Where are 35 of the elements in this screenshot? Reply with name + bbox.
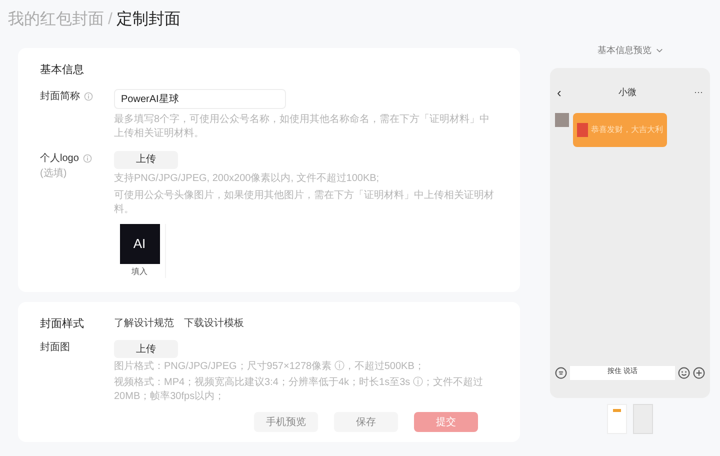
hint-text: 最多填写8个字，可使用公众号名称，如使用其他名称命名，需在下方「证明材料」中上传相关证明材料。 [114,112,491,140]
info-icon [84,92,93,100]
hint-text: 可使用公众号头像图片，如果使用其他图片，需在下方「证明材料」中上传相关证明材料。 [114,188,495,216]
upload-button[interactable]: 上传 [114,150,178,168]
thumbnail-image[interactable] [607,404,627,434]
page-title: 定制封面 [116,10,180,30]
section-title: 基本信息 [40,63,85,78]
back-icon[interactable]: ‹ [557,86,562,99]
design-link[interactable]: 了解设计规范 [114,316,174,332]
chat-title: 小微 [618,86,637,98]
breadcrumb-separator: / [108,10,112,30]
preview-selector[interactable]: 基本信息预览 [598,44,652,58]
voice-icon[interactable] [555,366,567,378]
upload-button[interactable]: 上传 [114,340,178,358]
section-title: 封面样式 [40,316,85,332]
design-link[interactable]: 下载设计模板 [184,316,244,332]
field-label: 封面简称 [40,90,80,104]
more-icon[interactable]: ··· [694,86,703,99]
field-label: 封面图 [40,340,70,355]
thumbnail-image[interactable] [633,404,653,434]
plus-icon[interactable] [693,366,705,378]
chevron-down-icon [656,48,662,54]
info-icon [82,154,92,162]
field-label: 个人logo [40,152,79,166]
envelope-text: 恭喜发财，大吉大利 [591,124,663,136]
optional-label: (选填) [40,166,68,180]
logo-caption: 填入 [132,266,148,278]
name-input-field[interactable]: PowerAI星球 [114,88,286,108]
emoji-icon[interactable] [678,366,690,378]
envelope-icon [577,123,588,137]
hint-text: 视频格式：MP4；视频宽高比建议3:4；分辨率低于4k；时长1s至3s ⓘ；文件不超过20MB；帧率30fps以内； [114,376,484,404]
avatar-placeholder [555,113,569,127]
hint-text: 支持PNG/JPG/JPEG, 200x200像素以内, 文件不超过100KB; [114,172,380,186]
hint-text: 图片格式：PNG/JPG/JPEG；尺寸957×1278像素 ⓘ，不超过500KB； [114,360,426,374]
logo-image: AI [120,224,160,264]
